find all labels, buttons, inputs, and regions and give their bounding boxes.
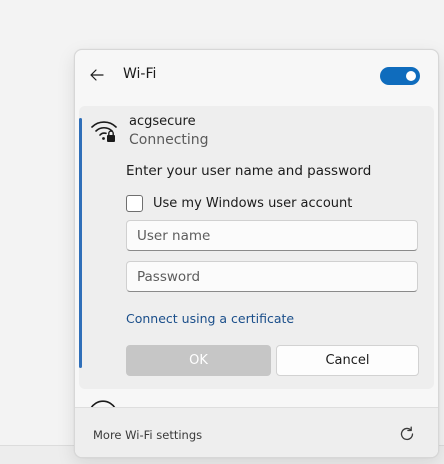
back-button[interactable] xyxy=(86,64,108,86)
network-status: Connecting xyxy=(129,132,209,148)
wifi-lock-icon xyxy=(91,121,117,142)
ok-button[interactable]: OK xyxy=(126,345,271,376)
use-windows-account-checkbox[interactable]: Use my Windows user account xyxy=(126,193,352,213)
password-input[interactable] xyxy=(126,261,418,292)
credentials-prompt: Enter your user name and password xyxy=(126,163,372,179)
wifi-toggle[interactable] xyxy=(380,67,420,85)
selection-indicator xyxy=(79,118,82,368)
cancel-button[interactable]: Cancel xyxy=(276,345,419,376)
checkbox-box[interactable] xyxy=(126,194,143,212)
more-wifi-settings-link[interactable]: More Wi-Fi settings xyxy=(93,428,202,442)
network-card: acgsecure Connecting Enter your user nam… xyxy=(79,106,434,389)
flyout-footer: More Wi-Fi settings xyxy=(75,407,438,457)
network-name: acgsecure xyxy=(129,114,196,129)
refresh-icon xyxy=(400,426,414,441)
toggle-knob xyxy=(406,71,416,81)
wifi-flyout-panel: Wi-Fi acgsecure Connecting Enter your us… xyxy=(74,49,439,458)
refresh-button[interactable] xyxy=(395,422,419,446)
username-input[interactable] xyxy=(126,220,418,251)
checkbox-label: Use my Windows user account xyxy=(153,195,353,211)
wifi-header: Wi-Fi xyxy=(75,50,438,100)
connect-certificate-link[interactable]: Connect using a certificate xyxy=(126,311,294,326)
back-arrow-icon xyxy=(90,69,104,81)
page-title: Wi-Fi xyxy=(123,66,157,82)
